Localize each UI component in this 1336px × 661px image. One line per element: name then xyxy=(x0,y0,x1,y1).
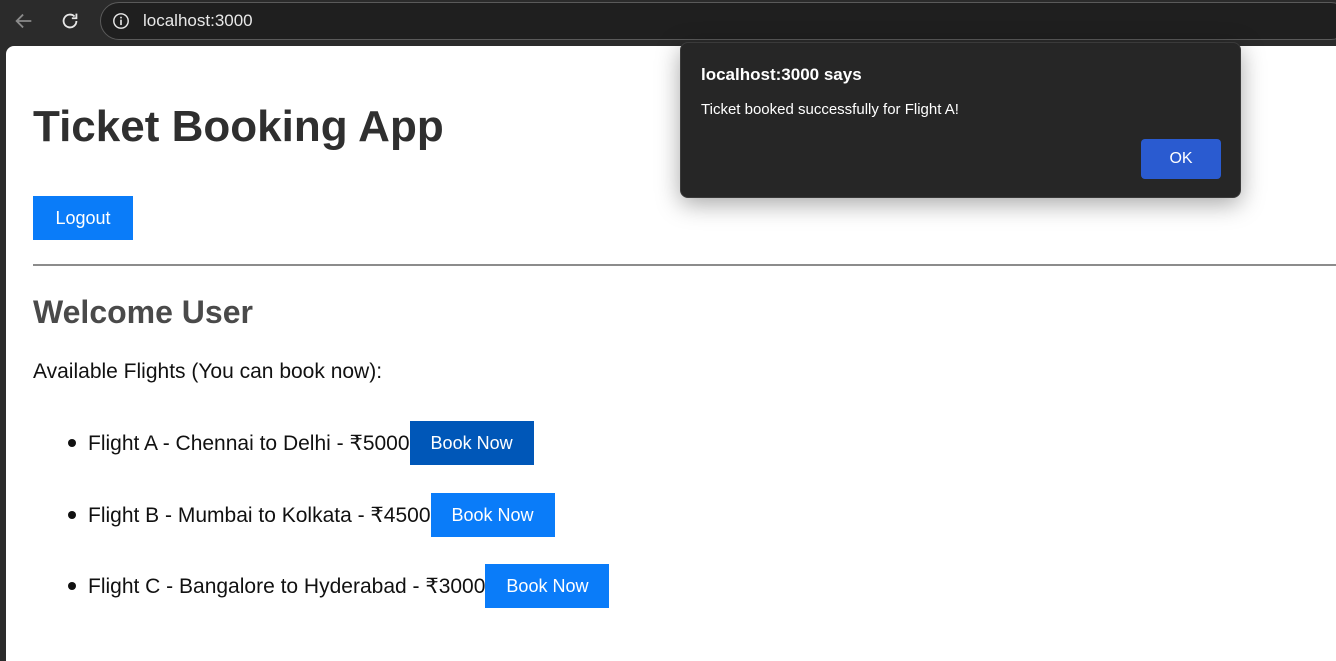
bullet xyxy=(68,439,76,447)
info-icon[interactable] xyxy=(111,11,131,31)
reload-icon xyxy=(62,13,78,29)
flight-label: Flight C - Bangalore to Hyderabad - ₹300… xyxy=(88,574,486,598)
address-bar[interactable]: localhost:3000 xyxy=(100,2,1336,40)
back-button[interactable] xyxy=(9,6,39,36)
flights-intro: Available Flights (You can book now): xyxy=(33,360,383,383)
book-now-button[interactable]: Book Now xyxy=(430,493,555,537)
list-item: Flight A - Chennai to Delhi - ₹5000 Book… xyxy=(68,421,534,465)
list-item: Flight B - Mumbai to Kolkata - ₹4500 Boo… xyxy=(68,493,555,537)
dialog-title: localhost:3000 says xyxy=(701,65,862,84)
book-now-button[interactable]: Book Now xyxy=(409,421,534,465)
flight-label: Flight B - Mumbai to Kolkata - ₹4500 xyxy=(88,503,431,527)
bullet xyxy=(68,582,76,590)
arrow-left-icon xyxy=(15,13,32,29)
logout-button[interactable]: Logout xyxy=(33,196,133,240)
book-now-button[interactable]: Book Now xyxy=(485,564,610,608)
divider xyxy=(33,264,1336,266)
browser-toolbar: localhost:3000 xyxy=(0,0,1336,46)
alert-dialog: localhost:3000 says Ticket booked succes… xyxy=(680,42,1241,198)
page-title: Ticket Booking App xyxy=(33,102,444,151)
url-text: localhost:3000 xyxy=(143,11,253,30)
welcome-heading: Welcome User xyxy=(33,294,253,330)
bullet xyxy=(68,511,76,519)
reload-button[interactable] xyxy=(55,6,85,36)
list-item: Flight C - Bangalore to Hyderabad - ₹300… xyxy=(68,564,610,608)
dialog-message: Ticket booked successfully for Flight A! xyxy=(701,101,959,118)
ok-button[interactable]: OK xyxy=(1141,139,1221,179)
flight-label: Flight A - Chennai to Delhi - ₹5000 xyxy=(88,431,410,455)
